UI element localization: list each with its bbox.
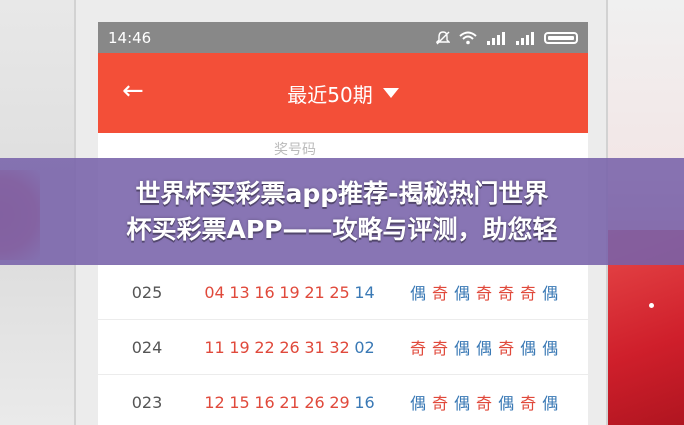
back-arrow-icon[interactable]: ← bbox=[122, 77, 144, 105]
headline-line-2: 杯买彩票APP——攻略与评测，助您轻 bbox=[126, 214, 558, 244]
parity-label: 偶 bbox=[454, 339, 471, 358]
parity-label: 奇 bbox=[432, 394, 449, 413]
red-ball-number: 13 bbox=[229, 282, 250, 302]
parity-label: 奇 bbox=[476, 394, 493, 413]
parity-label: 奇 bbox=[410, 339, 427, 358]
issue-number: 025 bbox=[131, 282, 163, 302]
headline-line-1: 世界杯买彩票app推荐-揭秘热门世界 bbox=[135, 178, 549, 208]
mute-icon bbox=[436, 30, 450, 44]
issue-number: 023 bbox=[131, 392, 163, 412]
column-header-numbers: 奖号码 bbox=[274, 142, 316, 158]
battery-icon bbox=[544, 31, 578, 44]
table-header: 奖号码 bbox=[98, 133, 588, 159]
status-icons bbox=[436, 30, 578, 45]
parity-label: 奇 bbox=[432, 284, 449, 303]
signal-icon bbox=[516, 31, 534, 45]
parity-label: 偶 bbox=[520, 339, 537, 358]
parity-label: 奇 bbox=[498, 339, 515, 358]
red-ball-number: 04 bbox=[204, 282, 225, 302]
period-selector-label: 最近50期 bbox=[287, 82, 373, 107]
caret-down-icon bbox=[382, 88, 399, 98]
red-ball-number: 19 bbox=[229, 337, 250, 357]
red-ball-number: 26 bbox=[279, 337, 300, 357]
status-bar: 14:46 bbox=[98, 22, 588, 53]
red-ball-number: 16 bbox=[254, 282, 275, 302]
parity-label: 奇 bbox=[520, 394, 537, 413]
parity-pattern: 奇 奇 偶 偶 奇 偶 偶 bbox=[400, 335, 558, 359]
parity-label: 偶 bbox=[542, 339, 559, 358]
draw-numbers: 11 19 22 26 31 32 02 bbox=[196, 338, 400, 357]
red-ball-number: 11 bbox=[204, 337, 225, 357]
draw-numbers: 12 15 16 21 26 29 16 bbox=[196, 393, 400, 412]
parity-label: 偶 bbox=[410, 284, 427, 303]
draw-results-list: 025 04 13 16 19 21 25 14 偶 奇 偶 奇 奇 奇 偶 0… bbox=[98, 264, 588, 425]
wifi-icon bbox=[459, 31, 477, 44]
background-dot bbox=[649, 303, 654, 308]
red-ball-number: 21 bbox=[304, 282, 325, 302]
parity-label: 偶 bbox=[542, 394, 559, 413]
red-ball-number: 19 bbox=[279, 282, 300, 302]
parity-label: 偶 bbox=[476, 339, 493, 358]
blue-ball-number: 16 bbox=[354, 392, 375, 412]
blue-ball-number: 02 bbox=[354, 337, 375, 357]
table-row[interactable]: 023 12 15 16 21 26 29 16 偶 奇 偶 奇 偶 奇 偶 bbox=[98, 374, 588, 425]
red-ball-number: 31 bbox=[304, 337, 325, 357]
status-time: 14:46 bbox=[108, 28, 152, 47]
parity-label: 偶 bbox=[410, 394, 427, 413]
parity-label: 偶 bbox=[454, 284, 471, 303]
red-ball-number: 12 bbox=[204, 392, 225, 412]
red-ball-number: 26 bbox=[304, 392, 325, 412]
parity-label: 奇 bbox=[520, 284, 537, 303]
blue-ball-number: 14 bbox=[354, 282, 375, 302]
red-ball-number: 32 bbox=[329, 337, 350, 357]
parity-label: 奇 bbox=[476, 284, 493, 303]
parity-label: 奇 bbox=[432, 339, 449, 358]
red-ball-number: 29 bbox=[329, 392, 350, 412]
parity-label: 奇 bbox=[498, 284, 515, 303]
red-ball-number: 25 bbox=[329, 282, 350, 302]
red-ball-number: 16 bbox=[254, 392, 275, 412]
draw-numbers: 04 13 16 19 21 25 14 bbox=[196, 283, 400, 302]
parity-pattern: 偶 奇 偶 奇 偶 奇 偶 bbox=[400, 390, 558, 414]
headline-banner: 世界杯买彩票app推荐-揭秘热门世界 杯买彩票APP——攻略与评测，助您轻 bbox=[0, 158, 684, 265]
issue-number: 024 bbox=[131, 337, 163, 357]
red-ball-number: 22 bbox=[254, 337, 275, 357]
table-row[interactable]: 025 04 13 16 19 21 25 14 偶 奇 偶 奇 奇 奇 偶 bbox=[98, 264, 588, 319]
parity-label: 偶 bbox=[498, 394, 515, 413]
parity-label: 偶 bbox=[454, 394, 471, 413]
parity-pattern: 偶 奇 偶 奇 奇 奇 偶 bbox=[400, 280, 558, 304]
parity-label: 偶 bbox=[542, 284, 559, 303]
app-bar: ← 最近50期 bbox=[98, 53, 588, 133]
red-ball-number: 21 bbox=[279, 392, 300, 412]
period-selector[interactable]: 最近50期 bbox=[287, 79, 399, 108]
table-row[interactable]: 024 11 19 22 26 31 32 02 奇 奇 偶 偶 奇 偶 偶 bbox=[98, 319, 588, 374]
red-ball-number: 15 bbox=[229, 392, 250, 412]
signal-icon bbox=[487, 31, 505, 45]
